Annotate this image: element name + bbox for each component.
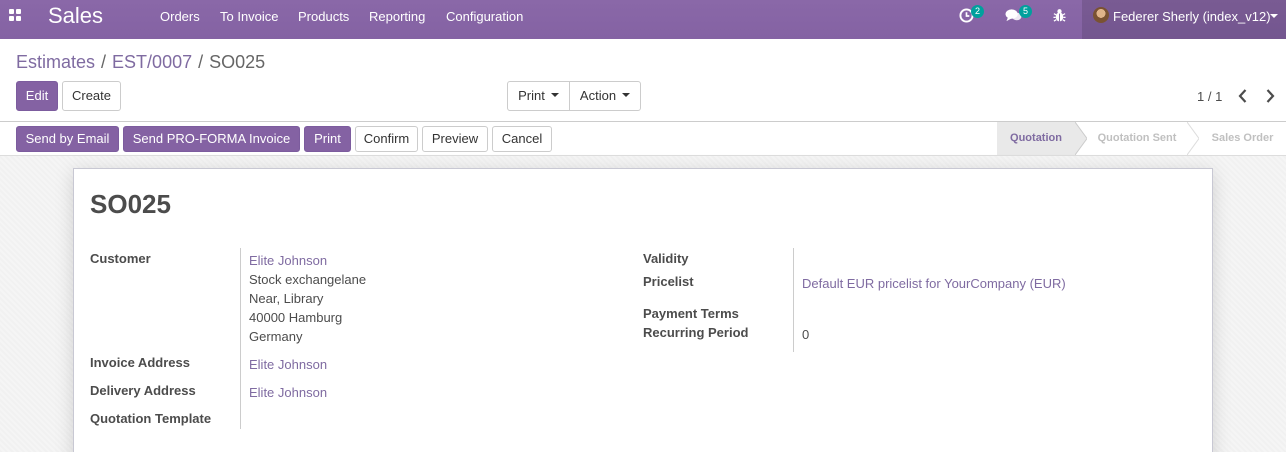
customer-link[interactable]: Elite Johnson: [249, 253, 327, 268]
quotation-template-label: Quotation Template: [90, 411, 212, 426]
messages-button[interactable]: 5: [1005, 5, 1032, 26]
caret-down-icon: [1270, 14, 1278, 18]
create-button[interactable]: Create: [62, 81, 121, 111]
chevron-right-icon: [1266, 89, 1275, 103]
confirm-button[interactable]: Confirm: [355, 126, 418, 152]
menu-reporting[interactable]: Reporting: [369, 9, 425, 24]
pager-previous-button[interactable]: [1235, 86, 1251, 106]
breadcrumb-est-0007[interactable]: EST/0007: [112, 52, 192, 72]
breadcrumb-separator: /: [101, 52, 107, 72]
caret-down-icon: [622, 92, 631, 97]
bug-icon: [1053, 9, 1066, 22]
recurring-period-label: Recurring Period: [643, 325, 749, 340]
payment-terms-label: Payment Terms: [643, 306, 739, 321]
pricelist-label: Pricelist: [643, 274, 694, 289]
breadcrumb-separator: /: [198, 52, 204, 72]
app-title: Sales: [48, 3, 104, 28]
status-steps: Quotation Quotation Sent Sales Order: [997, 122, 1286, 155]
delivery-address-label: Delivery Address: [90, 383, 196, 398]
customer-address-line: Stock exchangelane: [249, 272, 367, 287]
print-dropdown[interactable]: Print: [507, 81, 570, 111]
menu-configuration[interactable]: Configuration: [446, 9, 523, 24]
chevron-left-icon: [1238, 89, 1247, 103]
status-step-quotation-sent[interactable]: Quotation Sent: [1087, 122, 1187, 155]
action-dropdown[interactable]: Action: [569, 81, 641, 111]
delivery-address-link[interactable]: Elite Johnson: [249, 385, 327, 400]
status-step-quotation[interactable]: Quotation: [997, 122, 1075, 155]
send-by-email-button[interactable]: Send by Email: [16, 126, 119, 152]
customer-address-line: Near, Library: [249, 291, 324, 306]
action-dropdown-label: Action: [579, 88, 617, 103]
breadcrumb-estimates[interactable]: Estimates: [16, 52, 95, 72]
send-proforma-button[interactable]: Send PRO-FORMA Invoice: [123, 126, 300, 152]
activities-button[interactable]: 2: [959, 5, 984, 26]
top-navbar: Sales Orders To Invoice Products Reporti…: [0, 0, 1286, 39]
preview-button[interactable]: Preview: [422, 126, 488, 152]
validity-label: Validity: [643, 251, 689, 266]
messages-badge: 5: [1019, 5, 1032, 18]
document-name: SO025: [90, 189, 171, 219]
invoice-address-link[interactable]: Elite Johnson: [249, 357, 327, 372]
print-button[interactable]: Print: [304, 126, 351, 152]
activities-badge: 2: [971, 5, 984, 18]
status-step-sales-order[interactable]: Sales Order: [1199, 122, 1286, 155]
pager-next-button[interactable]: [1262, 86, 1278, 106]
form-statusbar: Send by Email Send PRO-FORMA Invoice Pri…: [0, 121, 1286, 156]
caret-down-icon: [550, 92, 559, 97]
debug-button[interactable]: [1053, 8, 1066, 26]
group-divider: [793, 248, 794, 352]
print-dropdown-label: Print: [518, 88, 545, 103]
pricelist-link[interactable]: Default EUR pricelist for YourCompany (E…: [802, 276, 1066, 291]
menu-products[interactable]: Products: [298, 9, 349, 24]
cancel-button[interactable]: Cancel: [492, 126, 552, 152]
breadcrumb: Estimates / EST/0007/SO025: [16, 52, 265, 73]
apps-grid-icon[interactable]: [9, 9, 23, 23]
edit-button[interactable]: Edit: [16, 81, 58, 111]
menu-to-invoice[interactable]: To Invoice: [220, 9, 279, 24]
customer-label: Customer: [90, 251, 151, 266]
step-arrow-icon: [1187, 122, 1199, 155]
user-name: Federer Sherly (index_v12): [1113, 9, 1271, 24]
invoice-address-label: Invoice Address: [90, 355, 190, 370]
recurring-period-value: 0: [802, 327, 810, 342]
customer-address-line: 40000 Hamburg: [249, 310, 343, 325]
customer-address-line: Germany: [249, 329, 303, 344]
step-arrow-icon: [1075, 122, 1087, 155]
user-menu[interactable]: Federer Sherly (index_v12): [1082, 0, 1286, 39]
group-divider: [240, 248, 241, 429]
breadcrumb-current: SO025: [209, 52, 266, 72]
avatar: [1093, 7, 1109, 23]
menu-orders[interactable]: Orders: [160, 9, 200, 24]
pager-value[interactable]: 1 / 1: [1197, 89, 1222, 104]
